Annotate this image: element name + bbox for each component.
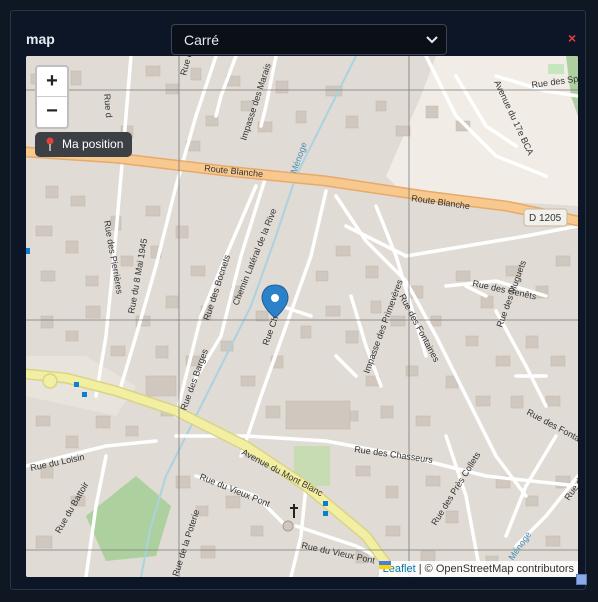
my-position-button[interactable]: Ma position — [35, 132, 133, 157]
zoom-in-button[interactable]: + — [37, 67, 67, 97]
pushpin-icon — [46, 137, 54, 151]
zoom-out-button[interactable]: − — [37, 97, 67, 127]
map-canvas[interactable]: Route Blanche Route Blanche D 1205 Avenu… — [26, 56, 578, 577]
close-button[interactable]: × — [568, 30, 576, 46]
roundabout — [42, 373, 58, 389]
grid-type-selected-value: Carré — [184, 32, 220, 48]
label-rue-d: Rue d — [102, 93, 114, 118]
chevron-down-icon — [426, 36, 438, 44]
zoom-control: + − — [35, 65, 69, 129]
map-attribution: Leaflet | © OpenStreetMap contributors — [378, 561, 578, 577]
panel-title: map — [26, 31, 55, 47]
attribution-separator: | — [418, 563, 422, 575]
label-d1205: D 1205 — [529, 213, 562, 224]
osm-attribution[interactable]: © OpenStreetMap contributors — [425, 563, 574, 575]
grid-type-select[interactable]: Carré — [171, 24, 447, 55]
my-position-label: Ma position — [62, 137, 124, 151]
resize-handle[interactable] — [576, 574, 587, 585]
ukraine-flag-icon — [378, 561, 391, 569]
